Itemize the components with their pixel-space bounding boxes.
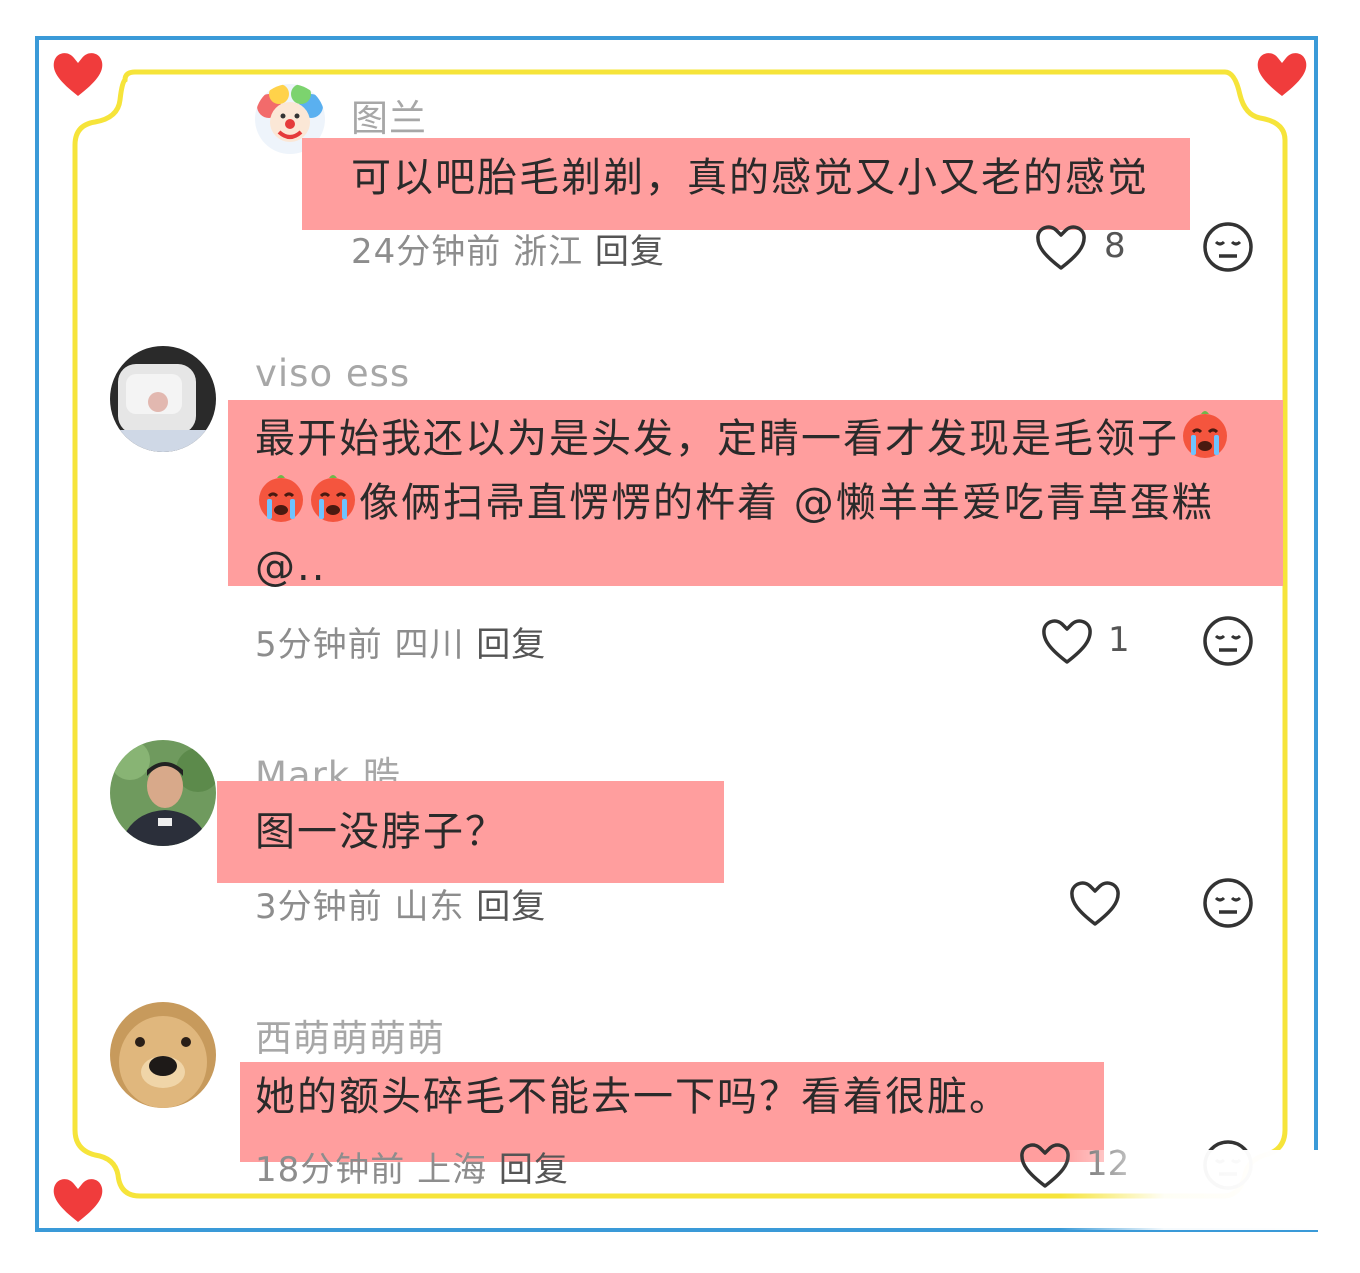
username[interactable]: 西萌萌萌萌 [255, 1008, 445, 1062]
heart-outline-icon[interactable] [1068, 878, 1122, 928]
comment-location: 四川 [394, 625, 465, 665]
comment-time: 24分钟前 [351, 232, 502, 272]
heart-outline-icon[interactable] [1034, 222, 1088, 272]
comment-time: 18分钟前 [255, 1150, 406, 1190]
comment-meta: 3分钟前 山东 回复 [255, 879, 546, 928]
man-avatar[interactable] [110, 740, 216, 846]
username[interactable]: viso ess [255, 352, 410, 395]
heart-outline-icon[interactable] [1040, 616, 1094, 666]
reply-button[interactable]: 回复 [476, 625, 546, 665]
like-count: 1 [1108, 620, 1130, 660]
car-seat-avatar[interactable] [110, 346, 216, 452]
reply-button[interactable]: 回复 [595, 232, 665, 272]
reply-button[interactable]: 回复 [476, 887, 546, 927]
comment-location: 山东 [394, 887, 465, 927]
crying-face-emoji [311, 475, 355, 522]
heart-decoration-top-right [1257, 53, 1307, 96]
comment-line: 像俩扫帚直愣愣的杵着 @懒羊羊爱吃青草蛋糕 [359, 480, 1214, 526]
comment-meta: 18分钟前 上海 回复 [255, 1142, 569, 1191]
heart-decoration-bottom-left [53, 1179, 103, 1222]
neutral-face-icon[interactable] [1201, 876, 1255, 930]
comment-meta: 5分钟前 四川 回复 [255, 617, 546, 666]
comment-line: @.. [255, 544, 327, 590]
bottom-right-fade [1060, 1150, 1320, 1230]
heart-decoration-top-left [53, 53, 103, 96]
comment-line: 最开始我还以为是头发，定睛一看才发现是毛领子 [255, 416, 1179, 462]
comment-meta: 24分钟前 浙江 回复 [351, 224, 665, 273]
like-count: 8 [1104, 226, 1126, 266]
comment-location: 浙江 [513, 232, 584, 272]
comment-time: 3分钟前 [255, 887, 383, 927]
reply-button[interactable]: 回复 [499, 1150, 569, 1190]
comment-text: 她的额头碎毛不能去一下吗？看着很脏。 [255, 1074, 1011, 1120]
crying-face-emoji [259, 475, 303, 522]
comment-time: 5分钟前 [255, 625, 383, 665]
comment-text: 可以吧胎毛剃剃，真的感觉又小又老的感觉 [351, 155, 1149, 201]
neutral-face-icon[interactable] [1201, 220, 1255, 274]
comment-text: 最开始我还以为是头发，定睛一看才发现是毛领子 像俩扫帚直愣愣的杵着 @懒羊羊爱吃… [255, 407, 1265, 599]
crying-face-emoji [1183, 411, 1227, 458]
comment-text: 图一没脖子？ [255, 809, 507, 855]
comment-location: 上海 [417, 1150, 488, 1190]
neutral-face-icon[interactable] [1201, 614, 1255, 668]
dog-avatar[interactable] [110, 1002, 216, 1108]
username[interactable]: 图兰 [351, 88, 427, 142]
